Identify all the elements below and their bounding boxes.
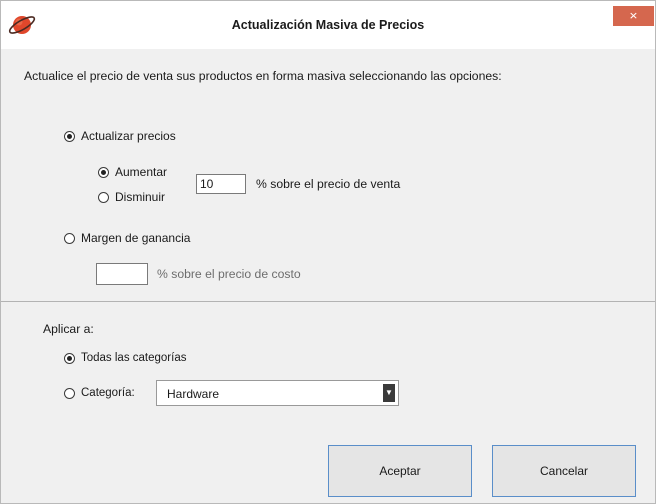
decrease-radio-indicator[interactable] [98, 191, 109, 203]
apply-to-heading: Aplicar a: [43, 322, 94, 336]
dialog-window: Actualización Masiva de Precios × Actual… [0, 0, 656, 504]
category-radio[interactable]: Categoría: [64, 387, 135, 399]
category-select-value: Hardware [167, 387, 220, 401]
intro-text: Actualice el precio de venta sus product… [24, 69, 502, 83]
profit-margin-label: Margen de ganancia [81, 231, 191, 245]
window-title: Actualización Masiva de Precios [231, 18, 425, 32]
cancel-button[interactable]: Cancelar [492, 445, 636, 497]
profit-margin-radio-indicator[interactable] [64, 232, 75, 244]
increase-label: Aumentar [115, 165, 168, 179]
increase-radio-indicator[interactable] [98, 166, 109, 178]
decrease-radio[interactable]: Disminuir [98, 190, 165, 204]
all-categories-label: Todas las categorías [81, 352, 187, 364]
cost-percent-input[interactable] [96, 263, 148, 285]
accept-button[interactable]: Aceptar [328, 445, 472, 497]
increase-radio[interactable]: Aumentar [98, 165, 167, 179]
decrease-label: Disminuir [115, 190, 166, 204]
cost-percent-suffix: % sobre el precio de costo [157, 267, 301, 281]
all-categories-radio[interactable]: Todas las categorías [64, 352, 186, 364]
section-divider [1, 301, 655, 302]
update-prices-label: Actualizar precios [81, 129, 176, 143]
category-label: Categoría: [81, 387, 135, 399]
close-icon: × [629, 7, 638, 23]
category-select[interactable]: Hardware ▼ [156, 380, 399, 406]
close-button[interactable]: × [613, 6, 654, 26]
category-radio-indicator[interactable] [64, 387, 75, 399]
chevron-down-icon[interactable]: ▼ [383, 384, 395, 402]
update-prices-radio-indicator[interactable] [64, 130, 75, 142]
profit-margin-radio[interactable]: Margen de ganancia [64, 231, 190, 245]
all-categories-radio-indicator[interactable] [64, 352, 75, 364]
title-bar[interactable]: Actualización Masiva de Precios × [1, 1, 655, 49]
sale-percent-input[interactable]: 10 [196, 174, 246, 194]
sale-percent-suffix: % sobre el precio de venta [256, 177, 401, 191]
update-prices-radio[interactable]: Actualizar precios [64, 129, 176, 143]
